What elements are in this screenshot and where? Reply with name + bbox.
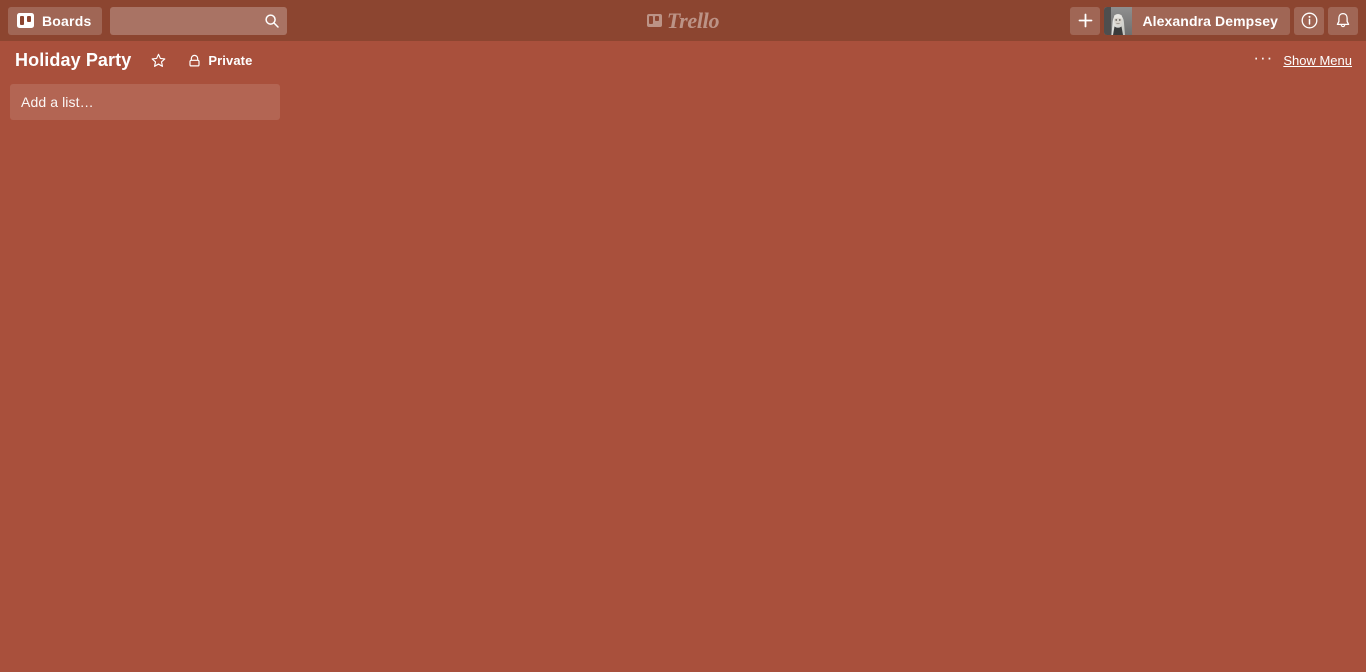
board-title[interactable]: Holiday Party [15,50,131,71]
star-icon [151,53,166,67]
bell-icon [1336,12,1350,28]
info-button[interactable] [1294,6,1324,35]
board-options-button[interactable]: ··· [1253,49,1273,68]
lock-icon [189,54,200,67]
board-visibility-button[interactable]: Private [181,48,259,74]
add-list-label: Add a list… [21,94,94,110]
add-list-button[interactable]: Add a list… [10,84,280,120]
boards-button[interactable]: Boards [8,6,103,35]
board-header-right-group: ··· Show Menu [1253,49,1352,69]
board-visibility-label: Private [208,53,253,68]
notifications-button[interactable] [1328,6,1358,35]
add-button[interactable] [1070,6,1101,35]
board-header: Holiday Party Private ··· Show Menu [0,41,1366,80]
search-box[interactable] [110,6,288,35]
trello-logo-icon [646,14,662,27]
member-menu-button[interactable]: Alexandra Dempsey [1104,6,1290,35]
info-icon [1301,12,1317,29]
search-input[interactable] [110,6,288,35]
star-board-button[interactable] [144,48,173,74]
board-canvas: Add a list… [0,80,1366,120]
avatar [1104,6,1133,35]
boards-button-label: Boards [42,12,92,29]
top-header-bar: Boards Trello Alexandra Dempsey [0,0,1366,41]
header-right-group: Alexandra Dempsey [1070,6,1358,35]
show-menu-link[interactable]: Show Menu [1283,53,1352,68]
member-name: Alexandra Dempsey [1142,12,1278,29]
trello-wordmark: Trello [666,7,720,33]
board-icon [17,13,34,28]
plus-icon [1078,13,1093,28]
